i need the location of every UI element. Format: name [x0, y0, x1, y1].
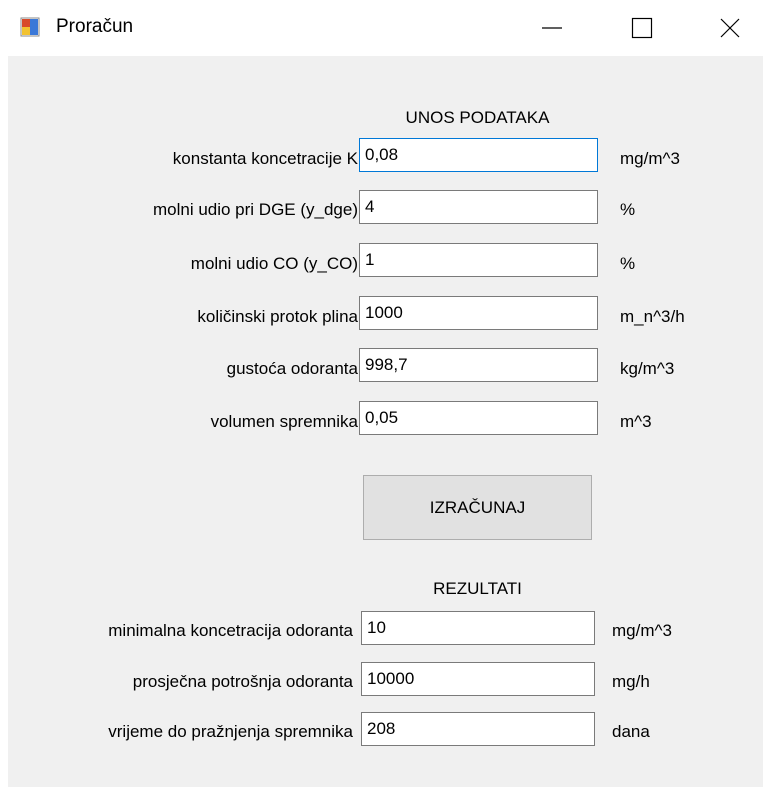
label-minimalna-koncetracija: minimalna koncetracija odoranta — [108, 621, 353, 640]
close-button[interactable] — [696, 0, 763, 56]
minimalna-koncetracija-output[interactable] — [361, 611, 595, 645]
label-vrijeme-praznjenja: vrijeme do pražnjenja spremnika — [108, 722, 353, 741]
molni-udio-co-input[interactable] — [359, 243, 598, 277]
minimize-icon — [542, 27, 562, 29]
close-icon — [720, 18, 739, 38]
minimize-button[interactable] — [516, 0, 588, 56]
form-app-icon — [20, 17, 40, 37]
window-title: Proračun — [56, 16, 134, 37]
label-gustoca-odoranta: gustoća odoranta — [226, 359, 358, 378]
prosjecna-potrosnja-output[interactable] — [361, 662, 595, 696]
title-bar[interactable]: Proračun — [0, 0, 763, 56]
label-molni-udio-dge: molni udio pri DGE (y_dge) — [152, 200, 358, 219]
unit-vrijeme-praznjenja: dana — [612, 722, 650, 741]
unit-prosjecna-potrosnja: mg/h — [612, 672, 650, 691]
unit-molni-udio-co: % — [620, 254, 636, 273]
unit-minimalna-koncetracija: mg/m^3 — [612, 621, 672, 640]
protok-plina-input[interactable] — [359, 296, 598, 330]
konstanta-input[interactable] — [359, 138, 598, 172]
label-konstanta: konstanta koncetracije K — [172, 149, 358, 168]
results-section-title: REZULTATI — [433, 579, 522, 598]
maximize-button[interactable] — [606, 0, 678, 56]
label-prosjecna-potrosnja: prosječna potrošnja odoranta — [132, 672, 353, 691]
form-client-area: UNOS PODATAKA konstanta koncetracije K m… — [8, 56, 763, 787]
vrijeme-praznjenja-output[interactable] — [361, 712, 595, 746]
label-molni-udio-co: molni udio CO (y_CO) — [190, 254, 358, 273]
molni-udio-dge-input[interactable] — [359, 190, 598, 224]
unit-volumen-spremnika: m^3 — [620, 412, 652, 431]
maximize-icon — [631, 17, 653, 39]
input-section-title: UNOS PODATAKA — [405, 108, 550, 127]
unit-protok-plina: m_n^3/h — [620, 307, 685, 326]
unit-molni-udio-dge: % — [620, 200, 636, 219]
volumen-spremnika-input[interactable] — [359, 401, 598, 435]
unit-gustoca-odoranta: kg/m^3 — [620, 359, 675, 378]
calculate-button[interactable]: IZRAČUNAJ — [363, 475, 592, 540]
unit-konstanta: mg/m^3 — [620, 149, 680, 168]
gustoca-odoranta-input[interactable] — [359, 348, 598, 382]
label-protok-plina: količinski protok plina — [197, 307, 358, 326]
label-volumen-spremnika: volumen spremnika — [210, 412, 358, 431]
